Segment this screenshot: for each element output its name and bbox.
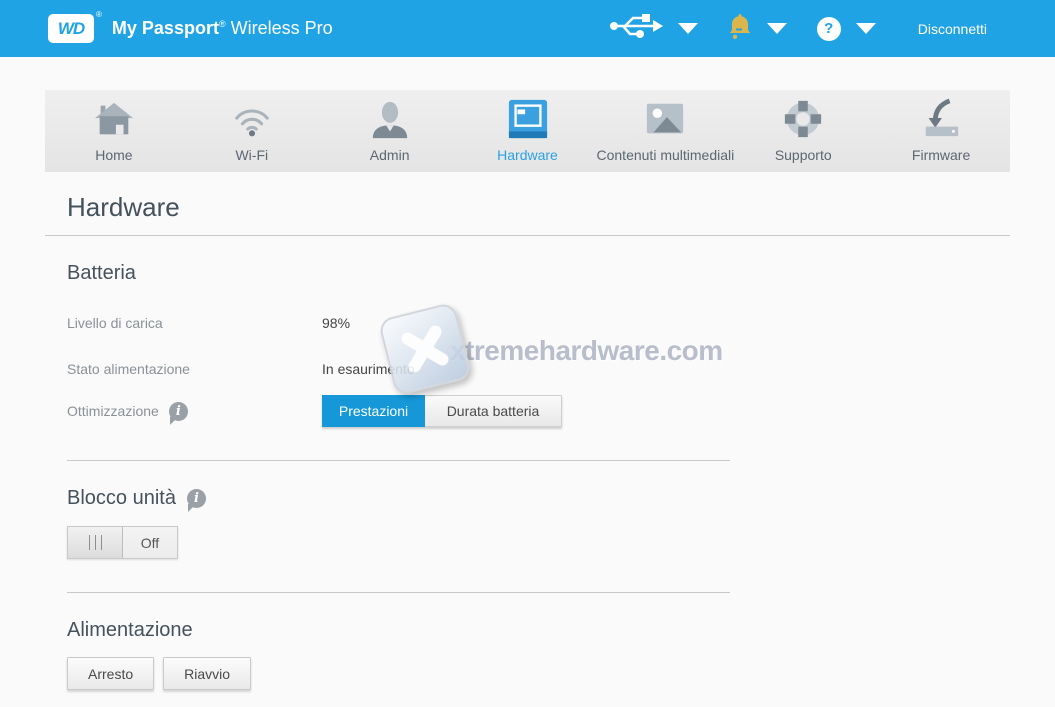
nav-label: Home (95, 147, 132, 163)
drive-lock-heading-text: Blocco unità (67, 487, 176, 510)
wd-logo-text: WD (58, 19, 84, 39)
nav-item-wifi[interactable]: Wi-Fi (183, 90, 321, 172)
media-icon (644, 94, 686, 140)
firmware-icon (920, 94, 962, 140)
page-container: Home Wi-Fi Admin (45, 90, 1010, 690)
nav-item-support[interactable]: Supporto (734, 90, 872, 172)
page-content: Batteria Livello di carica 98% Stato ali… (45, 262, 1010, 690)
reboot-button[interactable]: Riavvio (163, 657, 251, 690)
nav-label: Contenuti multimediali (597, 147, 735, 163)
grip-line (101, 535, 102, 550)
divider (67, 592, 730, 593)
chevron-down-icon (678, 23, 698, 34)
support-icon (782, 94, 824, 140)
header-actions: ? Disconnetti (579, 10, 1055, 47)
toggle-state-label: Off (123, 527, 177, 558)
divider (45, 235, 1010, 236)
help-icon: ? (817, 17, 841, 41)
admin-icon (369, 94, 411, 140)
power-state-row: Stato alimentazione In esaurimento (67, 361, 988, 377)
usb-icon (609, 10, 663, 47)
help-menu[interactable]: ? (817, 17, 876, 41)
bell-icon (728, 12, 752, 45)
performance-option-button[interactable]: Prestazioni (322, 395, 425, 427)
nav-item-firmware[interactable]: Firmware (872, 90, 1010, 172)
battery-section-heading: Batteria (67, 262, 988, 285)
nav-item-media[interactable]: Contenuti multimediali (596, 90, 734, 172)
divider (67, 460, 730, 461)
shutdown-button[interactable]: Arresto (67, 657, 154, 690)
wd-logo: WD (48, 14, 94, 43)
hardware-icon (507, 94, 549, 140)
nav-item-admin[interactable]: Admin (321, 90, 459, 172)
nav-item-home[interactable]: Home (45, 90, 183, 172)
charge-level-row: Livello di carica 98% (67, 315, 988, 331)
app-header: WD ® My Passport® Wireless Pro (0, 0, 1055, 57)
logo-registered-mark: ® (96, 10, 102, 19)
product-title: My Passport® Wireless Pro (112, 18, 333, 39)
battery-life-option-button[interactable]: Durata batteria (425, 395, 562, 427)
optimization-segmented-control: Prestazioni Durata batteria (322, 395, 562, 427)
nav-label: Admin (370, 147, 410, 163)
power-state-label: Stato alimentazione (67, 361, 322, 377)
charge-level-value: 98% (322, 315, 350, 331)
disconnect-link[interactable]: Disconnetti (918, 21, 987, 37)
grip-line (95, 535, 96, 550)
optimization-label-wrap: Ottimizzazione i (67, 402, 322, 421)
nav-item-hardware[interactable]: Hardware (459, 90, 597, 172)
charge-level-label: Livello di carica (67, 315, 322, 331)
drive-lock-section-heading: Blocco unità i (67, 487, 988, 510)
power-section-heading: Alimentazione (67, 619, 988, 642)
wifi-icon (231, 94, 273, 140)
toggle-handle[interactable] (68, 527, 123, 558)
info-icon[interactable]: i (169, 402, 188, 421)
home-icon (93, 94, 135, 140)
main-nav: Home Wi-Fi Admin (45, 90, 1010, 172)
chevron-down-icon (767, 23, 787, 34)
info-icon[interactable]: i (187, 489, 206, 508)
power-buttons-row: Arresto Riavvio (67, 657, 988, 690)
page-title: Hardware (67, 192, 1010, 223)
alerts-menu[interactable] (728, 12, 787, 45)
usb-menu[interactable] (609, 10, 698, 47)
nav-label: Wi-Fi (235, 147, 268, 163)
nav-label: Firmware (912, 147, 970, 163)
drive-lock-toggle[interactable]: Off (67, 526, 178, 559)
optimization-row: Ottimizzazione i Prestazioni Durata batt… (67, 395, 988, 427)
chevron-down-icon (856, 23, 876, 34)
power-state-value: In esaurimento (322, 361, 415, 377)
grip-line (89, 535, 90, 550)
nav-label: Supporto (775, 147, 832, 163)
nav-label: Hardware (497, 147, 558, 163)
optimization-label: Ottimizzazione (67, 403, 159, 419)
